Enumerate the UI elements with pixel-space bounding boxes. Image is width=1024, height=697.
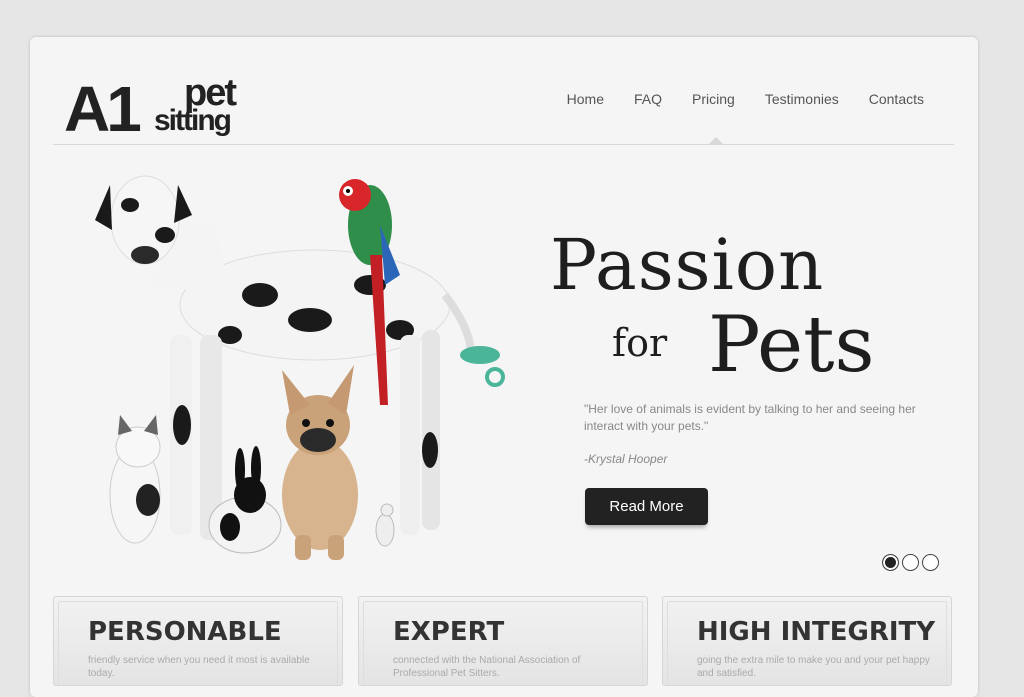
- hero-headline-passion: Passion: [550, 224, 825, 306]
- hero-headline-for: for: [612, 321, 668, 365]
- feature-text: going the extra mile to make you and you…: [697, 655, 930, 679]
- feature-title: EXPERT: [393, 617, 505, 647]
- active-nav-indicator: [709, 137, 723, 144]
- main-nav: Home FAQ Pricing Testimonies Contacts: [537, 91, 924, 107]
- feature-title: PERSONABLE: [88, 617, 282, 647]
- feature-title: HIGH INTEGRITY: [697, 617, 936, 647]
- feature-card-personable: PERSONABLE friendly service when you nee…: [53, 596, 343, 686]
- feature-text: connected with the National Association …: [393, 655, 581, 679]
- testimonial-quote: "Her love of animals is evident by talki…: [584, 402, 916, 433]
- read-more-button[interactable]: Read More: [585, 488, 708, 525]
- nav-faq[interactable]: FAQ: [634, 91, 662, 107]
- slider-dot-2[interactable]: [902, 554, 919, 571]
- logo-sitting: sitting: [154, 104, 232, 137]
- logo-a1: A1: [64, 73, 142, 145]
- slider-pagination: [882, 554, 942, 571]
- feature-card-expert: EXPERT connected with the National Assoc…: [358, 596, 648, 686]
- nav-pricing[interactable]: Pricing: [692, 91, 735, 107]
- features-row: PERSONABLE friendly service when you nee…: [53, 596, 955, 686]
- feature-card-high-integrity: HIGH INTEGRITY going the extra mile to m…: [662, 596, 952, 686]
- slider-dot-1[interactable]: [882, 554, 899, 571]
- feature-text: friendly service when you need it most i…: [88, 655, 310, 679]
- nav-contacts[interactable]: Contacts: [869, 91, 924, 107]
- nav-divider: [53, 144, 954, 145]
- testimonial-author: -Krystal Hooper: [584, 452, 668, 466]
- nav-testimonies[interactable]: Testimonies: [765, 91, 839, 107]
- logo[interactable]: A1 pet sitting: [64, 74, 264, 146]
- pets-group-photo: [95, 175, 505, 560]
- slider-dot-3[interactable]: [922, 554, 939, 571]
- hero-headline-pets: Pets: [708, 300, 875, 390]
- nav-home[interactable]: Home: [567, 91, 604, 107]
